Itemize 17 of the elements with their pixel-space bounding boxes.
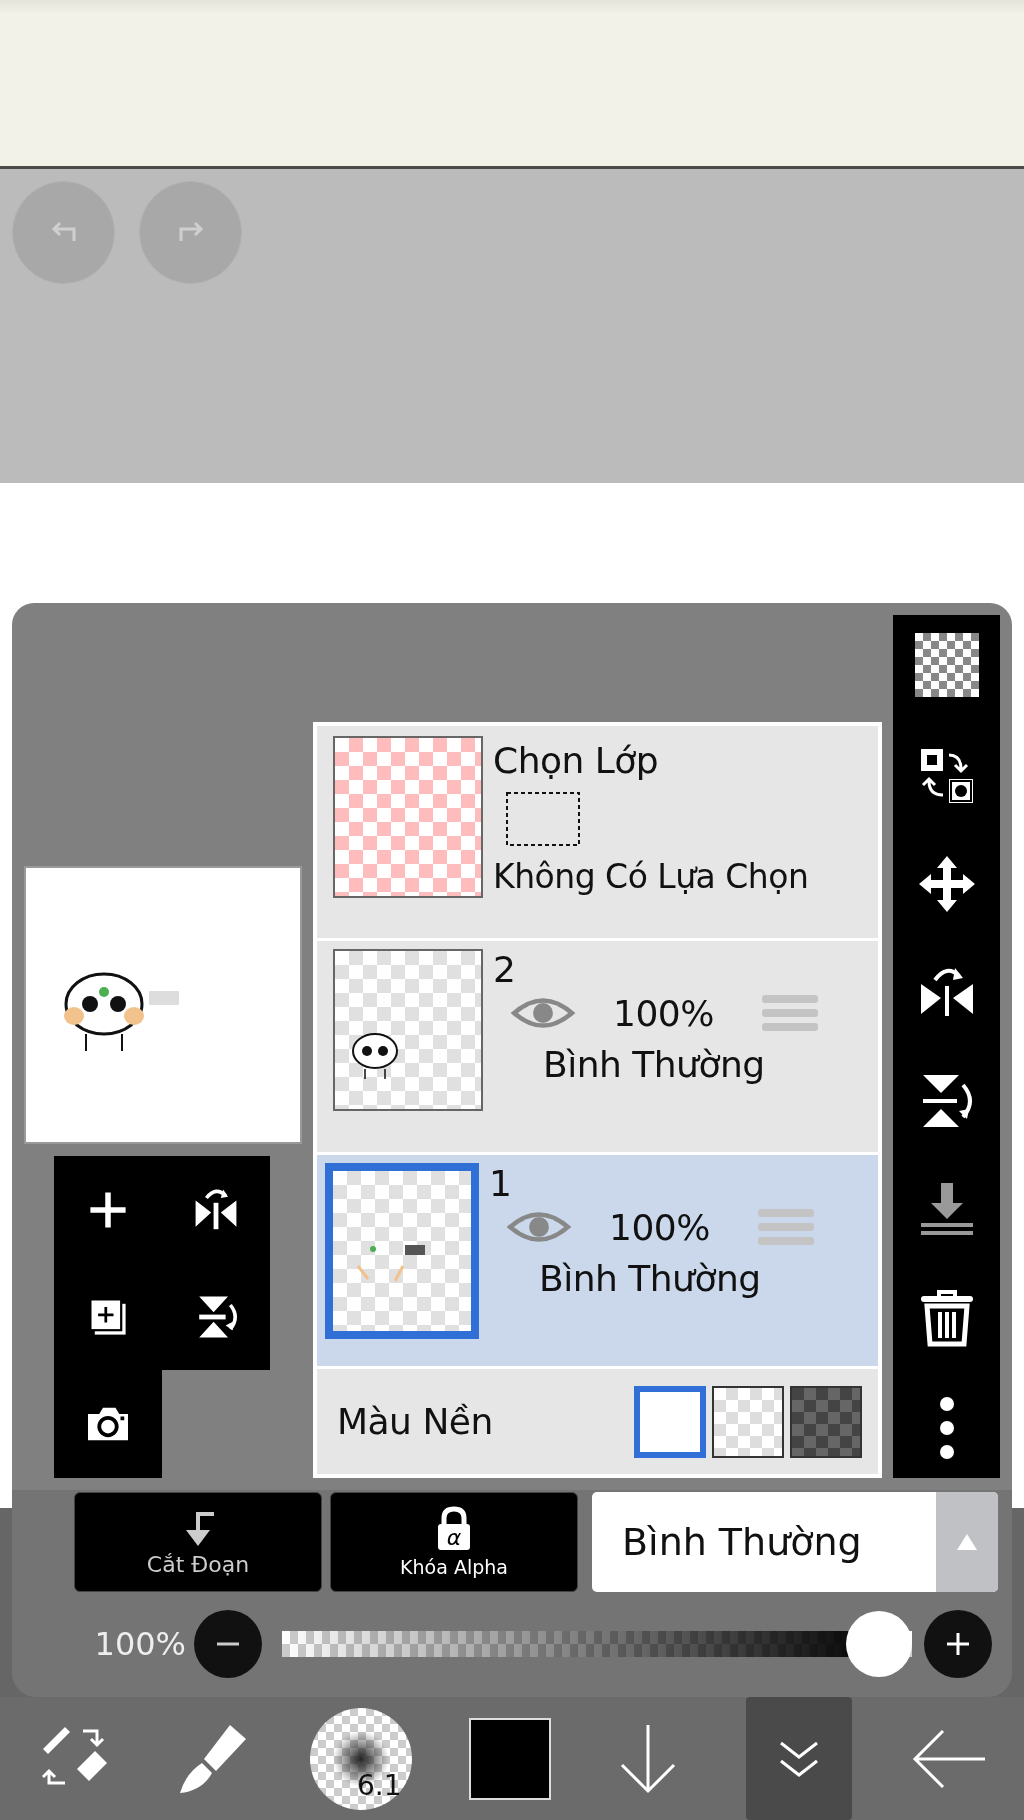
layer-name: 2 xyxy=(493,949,517,990)
layer-blend-mode: Bình Thường xyxy=(543,1044,766,1085)
selection-status: Không Có Lựa Chọn xyxy=(493,857,809,896)
layer-opacity: 100% xyxy=(613,992,714,1034)
layer-action-button[interactable]: Cắt Đoạn xyxy=(74,1492,322,1592)
background-color-label: Màu Nền xyxy=(337,1401,493,1442)
brush-size-button[interactable]: 6.1 xyxy=(309,1707,412,1810)
blend-mode-dropdown[interactable]: Bình Thường xyxy=(592,1492,998,1592)
layer-title: Chọn Lớp xyxy=(493,740,659,781)
selection-layer-row[interactable]: Chọn Lớp Không Có Lựa Chọn xyxy=(317,726,878,938)
layer-opacity: 100% xyxy=(609,1206,710,1248)
layer-name: 1 xyxy=(489,1163,513,1204)
layer-blend-mode: Bình Thường xyxy=(539,1258,762,1299)
layer-row[interactable]: 1 100% Bình Thường xyxy=(317,1155,878,1366)
layer-action-button[interactable]: α Khóa Alpha xyxy=(330,1492,578,1592)
opacity-reading: 100% xyxy=(93,1625,186,1663)
layer-row[interactable]: 2 100% Bình Thường xyxy=(317,941,878,1152)
